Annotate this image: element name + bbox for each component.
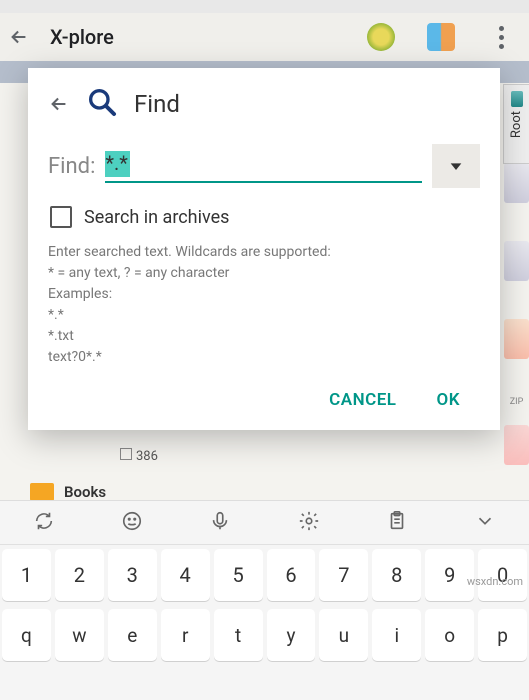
clipboard-icon[interactable]: [386, 510, 408, 536]
find-dialog: Find Find: *.* Search in archives Enter …: [28, 68, 500, 430]
overflow-menu-icon[interactable]: [481, 17, 521, 57]
key-8[interactable]: 8: [372, 549, 421, 601]
root-tab[interactable]: Root: [503, 84, 529, 164]
key-6[interactable]: 6: [267, 549, 316, 601]
emoji-icon[interactable]: [121, 510, 143, 536]
keyboard-letter-row: q w e r t y u i o p: [0, 605, 529, 665]
key-w[interactable]: w: [55, 609, 104, 661]
find-input[interactable]: [105, 149, 422, 183]
back-icon[interactable]: [8, 26, 30, 48]
key-4[interactable]: 4: [161, 549, 210, 601]
key-e[interactable]: e: [108, 609, 157, 661]
sync-icon[interactable]: [33, 510, 55, 536]
key-u[interactable]: u: [319, 609, 368, 661]
settings-icon[interactable]: [298, 510, 320, 536]
collapse-keyboard-icon[interactable]: [474, 510, 496, 536]
key-y[interactable]: y: [267, 609, 316, 661]
key-q[interactable]: q: [2, 609, 51, 661]
mic-icon[interactable]: [209, 510, 231, 536]
key-p[interactable]: p: [478, 609, 527, 661]
panes-icon[interactable]: [421, 17, 461, 57]
cancel-button[interactable]: CANCEL: [329, 390, 396, 410]
keyboard-number-row: 1 2 3 4 5 6 7 8 9 0: [0, 545, 529, 605]
key-r[interactable]: r: [161, 609, 210, 661]
soft-keyboard: 1 2 3 4 5 6 7 8 9 0 q w e r t y u i o p: [0, 500, 529, 700]
key-i[interactable]: i: [372, 609, 421, 661]
key-o[interactable]: o: [425, 609, 474, 661]
dialog-title: Find: [134, 90, 180, 118]
app-title: X-plore: [50, 25, 341, 49]
find-label: Find:: [48, 154, 95, 179]
root-chip-icon: [511, 91, 523, 107]
dialog-back-icon[interactable]: [48, 93, 70, 115]
search-icon: [86, 86, 118, 122]
key-t[interactable]: t: [214, 609, 263, 661]
history-dropdown-button[interactable]: [432, 144, 480, 188]
watermark: wsxdn.com: [467, 575, 523, 588]
checkbox-icon: [50, 206, 72, 228]
bg-item-386: 386: [136, 449, 158, 464]
ok-button[interactable]: OK: [437, 390, 461, 410]
key-2[interactable]: 2: [55, 549, 104, 601]
donate-icon[interactable]: [361, 17, 401, 57]
key-1[interactable]: 1: [2, 549, 51, 601]
key-5[interactable]: 5: [214, 549, 263, 601]
folder-icon: [30, 483, 54, 501]
key-7[interactable]: 7: [319, 549, 368, 601]
chevron-down-icon: [448, 158, 464, 174]
folder-books[interactable]: Books: [30, 483, 106, 501]
key-3[interactable]: 3: [108, 549, 157, 601]
help-text: Enter searched text. Wildcards are suppo…: [48, 242, 480, 368]
search-archives-checkbox[interactable]: Search in archives: [50, 206, 480, 228]
app-bar: X-plore: [0, 13, 529, 61]
